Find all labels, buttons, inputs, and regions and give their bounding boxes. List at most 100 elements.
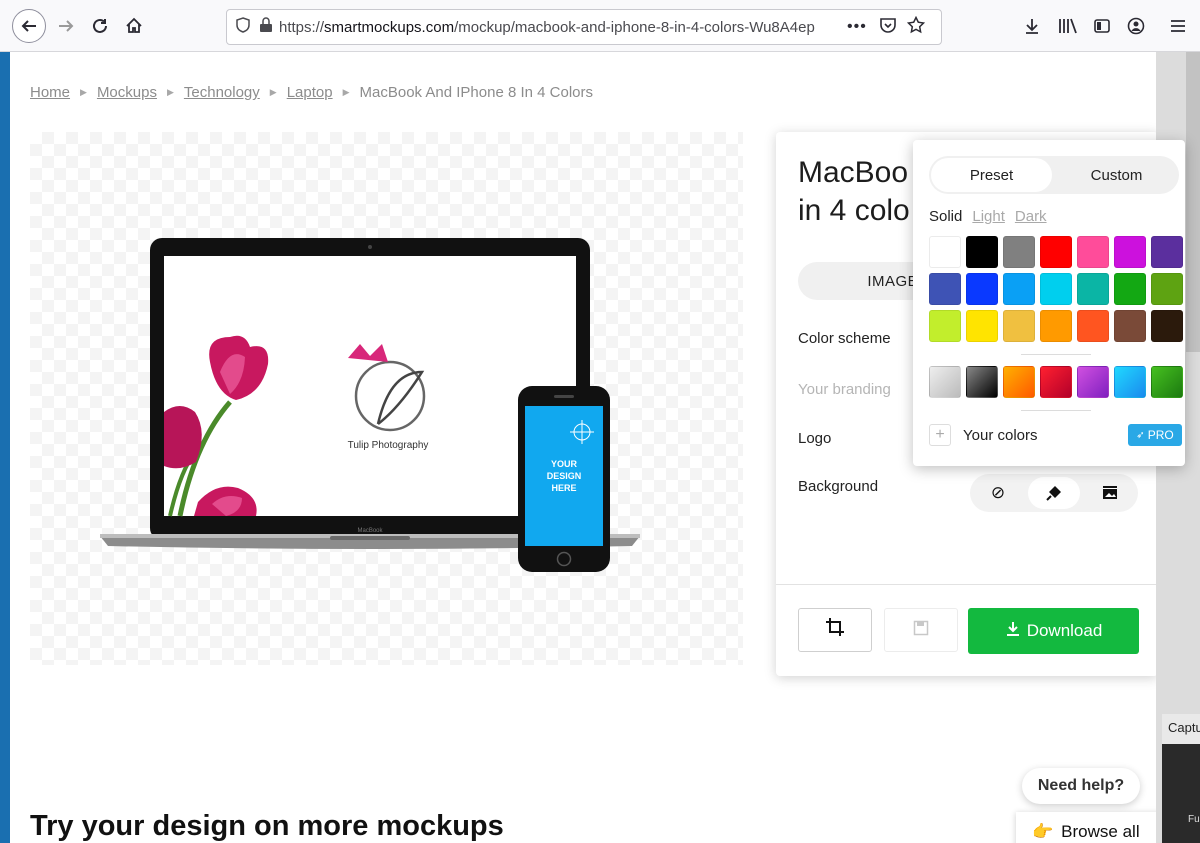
logo-label: Logo bbox=[798, 430, 832, 447]
color-swatch[interactable] bbox=[1003, 236, 1035, 268]
laptop-brand-label: MacBook bbox=[357, 528, 383, 534]
mockup-preview[interactable]: MacBook Tulip Photography YOUR DESIGN HE bbox=[30, 132, 743, 665]
address-bar[interactable]: https://smartmockups.com/mockup/macbook-… bbox=[226, 9, 942, 45]
browse-all-button[interactable]: 👉 Browse all bbox=[1016, 812, 1156, 843]
color-swatch[interactable] bbox=[929, 273, 961, 305]
color-swatch[interactable] bbox=[966, 273, 998, 305]
star-icon[interactable] bbox=[906, 15, 925, 39]
crop-icon bbox=[825, 617, 845, 643]
color-swatch[interactable] bbox=[1077, 236, 1109, 268]
gradient-swatch[interactable] bbox=[1077, 366, 1109, 398]
account-icon[interactable] bbox=[1120, 10, 1152, 42]
lock-icon[interactable] bbox=[259, 16, 273, 38]
no-background-icon[interactable]: ⊘ bbox=[972, 477, 1024, 509]
window-edge bbox=[0, 0, 10, 843]
color-swatch[interactable] bbox=[1151, 236, 1183, 268]
crop-button[interactable] bbox=[798, 608, 872, 652]
color-swatch[interactable] bbox=[1003, 310, 1035, 342]
background-label: Background bbox=[798, 478, 879, 495]
breadcrumb-separator-icon: ▶ bbox=[166, 87, 174, 97]
url-prefix: https:// bbox=[279, 18, 325, 36]
gradient-swatches bbox=[929, 366, 1183, 398]
url-text: https://smartmockups.com/mockup/macbook-… bbox=[279, 19, 839, 36]
color-swatch[interactable] bbox=[1003, 273, 1035, 305]
color-swatch[interactable] bbox=[929, 236, 961, 268]
url-path: /mockup/macbook-and-iphone-8-in-4-colors… bbox=[454, 18, 815, 36]
breadcrumb-separator-icon: ▶ bbox=[80, 87, 87, 97]
color-swatches bbox=[929, 236, 1185, 342]
gradient-swatch[interactable] bbox=[1151, 366, 1183, 398]
browse-all-label: Browse all bbox=[1061, 822, 1140, 841]
download-icon[interactable] bbox=[1016, 10, 1048, 42]
download-label: Download bbox=[1026, 621, 1103, 640]
breadcrumb-separator-icon: ▶ bbox=[342, 87, 350, 97]
save-icon bbox=[913, 620, 929, 641]
breadcrumb: Home ▶ Mockups ▶ Technology ▶ Laptop ▶ M… bbox=[30, 84, 593, 101]
add-color-icon[interactable]: + bbox=[929, 424, 951, 446]
tint-solid[interactable]: Solid bbox=[929, 208, 962, 225]
gradient-swatch[interactable] bbox=[1040, 366, 1072, 398]
color-swatch[interactable] bbox=[1151, 273, 1183, 305]
menu-icon[interactable] bbox=[1162, 10, 1194, 42]
phone-text-line-2: DESIGN bbox=[547, 471, 582, 481]
tint-filter: Solid Light Dark bbox=[929, 208, 1047, 225]
gradient-swatch[interactable] bbox=[966, 366, 998, 398]
reload-icon[interactable] bbox=[84, 10, 116, 42]
panel-divider bbox=[776, 584, 1156, 585]
need-help-button[interactable]: Need help? bbox=[1022, 768, 1140, 804]
color-swatch[interactable] bbox=[1151, 310, 1183, 342]
shield-icon[interactable] bbox=[235, 16, 251, 38]
swatch-divider bbox=[1021, 354, 1091, 355]
color-swatch[interactable] bbox=[1040, 273, 1072, 305]
sidebar-icon[interactable] bbox=[1086, 10, 1118, 42]
mockup-title: MacBoo in 4 colo bbox=[798, 156, 910, 227]
breadcrumb-mockups[interactable]: Mockups bbox=[97, 84, 157, 101]
breadcrumb-laptop[interactable]: Laptop bbox=[287, 84, 333, 101]
color-swatch[interactable] bbox=[966, 236, 998, 268]
pro-badge[interactable]: ➶ PRO bbox=[1128, 424, 1182, 446]
tint-light[interactable]: Light bbox=[972, 208, 1005, 225]
phone-text-line-1: YOUR bbox=[551, 459, 578, 469]
capture-widget[interactable]: Captu Fu bbox=[1162, 714, 1200, 843]
breadcrumb-home[interactable]: Home bbox=[30, 84, 70, 101]
url-host: smartmockups.com bbox=[324, 18, 455, 36]
home-icon[interactable] bbox=[118, 10, 150, 42]
gradient-swatch[interactable] bbox=[1003, 366, 1035, 398]
forward-icon[interactable] bbox=[50, 10, 82, 42]
scrollbar-thumb[interactable] bbox=[1186, 52, 1200, 352]
color-swatch[interactable] bbox=[1114, 273, 1146, 305]
download-arrow-icon bbox=[1005, 621, 1021, 642]
phone-text-line-3: HERE bbox=[551, 483, 576, 493]
library-icon[interactable] bbox=[1052, 10, 1084, 42]
page-actions-icon[interactable]: ••• bbox=[847, 18, 867, 36]
color-swatch[interactable] bbox=[966, 310, 998, 342]
color-swatch[interactable] bbox=[1077, 310, 1109, 342]
tab-preset[interactable]: Preset bbox=[931, 158, 1052, 192]
browser-toolbar: https://smartmockups.com/mockup/macbook-… bbox=[0, 0, 1200, 52]
color-swatch[interactable] bbox=[1040, 310, 1072, 342]
logo-text: Tulip Photography bbox=[348, 440, 429, 451]
color-scheme-label: Color scheme bbox=[798, 330, 891, 347]
color-swatch[interactable] bbox=[929, 310, 961, 342]
tint-dark[interactable]: Dark bbox=[1015, 208, 1047, 225]
color-swatch[interactable] bbox=[1040, 236, 1072, 268]
pocket-icon[interactable] bbox=[879, 16, 897, 39]
your-colors-row[interactable]: + Your colors bbox=[929, 424, 1038, 446]
color-fill-icon[interactable] bbox=[1028, 477, 1080, 509]
download-button[interactable]: Download bbox=[968, 608, 1139, 654]
rocket-icon: ➶ bbox=[1136, 429, 1145, 441]
color-swatch[interactable] bbox=[1114, 310, 1146, 342]
gradient-swatch[interactable] bbox=[929, 366, 961, 398]
tab-custom[interactable]: Custom bbox=[1056, 158, 1177, 192]
pro-label: PRO bbox=[1147, 428, 1174, 442]
image-background-icon[interactable] bbox=[1084, 477, 1136, 509]
capture-title: Captu bbox=[1162, 714, 1200, 744]
color-swatch[interactable] bbox=[1114, 236, 1146, 268]
back-icon[interactable] bbox=[12, 9, 46, 43]
color-mode-toggle: Preset Custom bbox=[929, 156, 1179, 194]
gradient-swatch[interactable] bbox=[1114, 366, 1146, 398]
breadcrumb-technology[interactable]: Technology bbox=[184, 84, 260, 101]
save-button[interactable] bbox=[884, 608, 958, 652]
swatch-divider bbox=[1021, 410, 1091, 411]
color-swatch[interactable] bbox=[1077, 273, 1109, 305]
